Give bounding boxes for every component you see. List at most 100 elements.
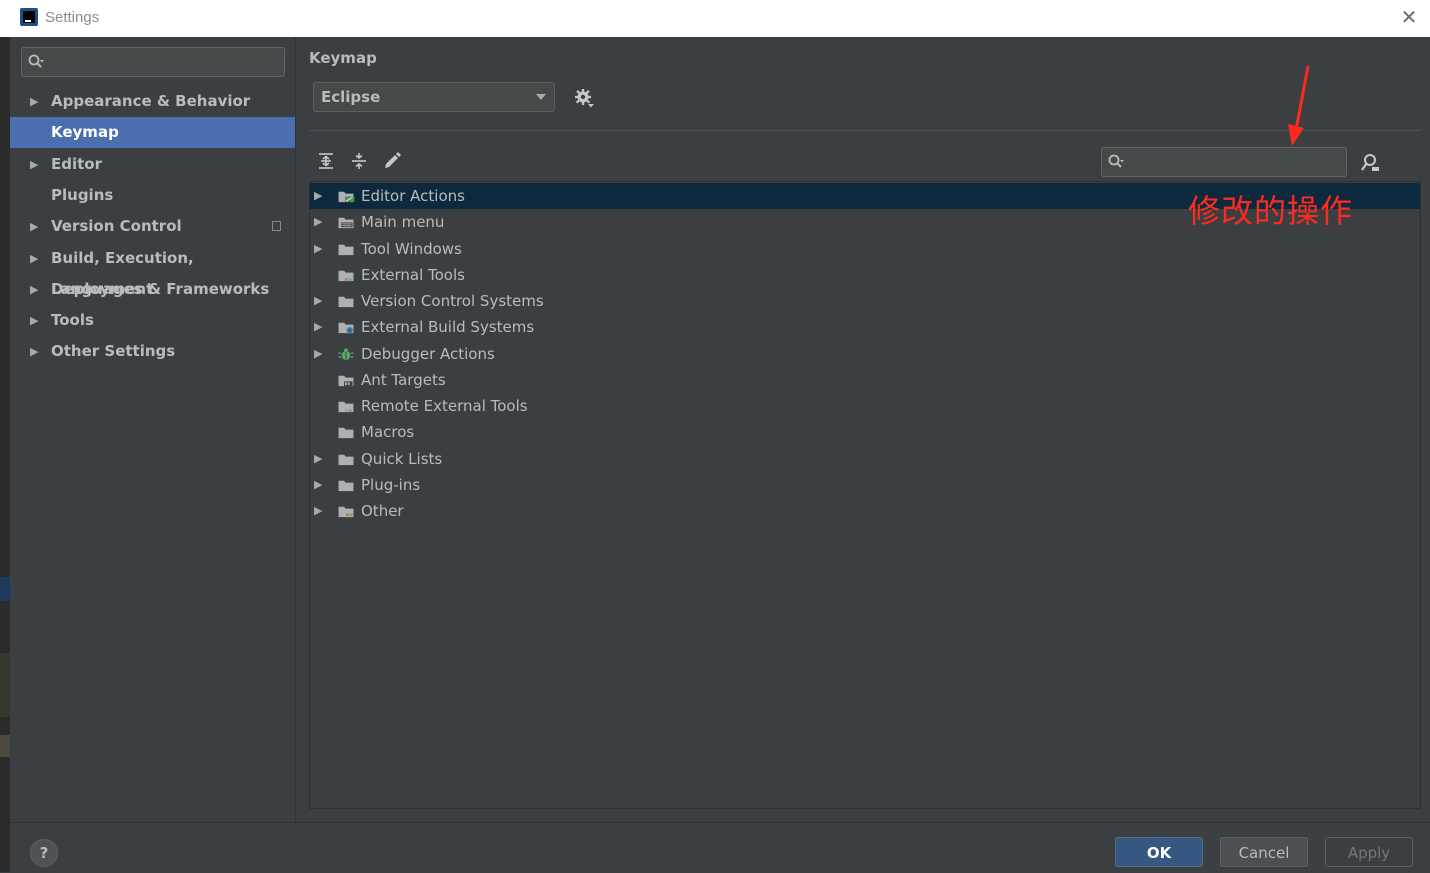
apply-button[interactable]: Apply bbox=[1325, 837, 1413, 867]
chevron-right-icon[interactable]: ▶ bbox=[314, 236, 322, 262]
project-scope-icon bbox=[272, 221, 281, 231]
background-window-strip bbox=[0, 37, 10, 872]
search-icon bbox=[1108, 154, 1124, 168]
ant-folder-icon bbox=[338, 375, 354, 387]
sidebar-item-label: Tools bbox=[51, 311, 94, 329]
sidebar-item-label: Other Settings bbox=[51, 342, 176, 360]
keymap-action-tree[interactable]: ▶ Editor Actions ▶ Main menu ▶ Tool Windows Ex… bbox=[309, 181, 1421, 809]
find-by-shortcut-icon[interactable] bbox=[1359, 152, 1381, 174]
expand-all-icon[interactable] bbox=[316, 151, 336, 171]
title-bar: Settings ✕ bbox=[0, 0, 1430, 37]
folder-icon bbox=[338, 244, 354, 256]
tree-node-tool-windows[interactable]: ▶ Tool Windows bbox=[310, 236, 1420, 262]
tree-node-version-control-systems[interactable]: ▶ Version Control Systems bbox=[310, 288, 1420, 314]
tree-node-external-build-systems[interactable]: ▶ External Build Systems bbox=[310, 314, 1420, 340]
tree-node-debugger-actions[interactable]: ▶ Debugger Actions bbox=[310, 341, 1420, 367]
chevron-right-icon[interactable]: ▶ bbox=[314, 314, 322, 340]
remote-tools-folder-icon bbox=[338, 401, 354, 413]
external-tools-folder-icon bbox=[338, 270, 354, 282]
sidebar-item-editor[interactable]: ▶ Editor bbox=[10, 149, 295, 180]
search-icon bbox=[28, 54, 44, 68]
sidebar-item-label: Appearance & Behavior bbox=[51, 92, 251, 110]
sidebar-item-label: Keymap bbox=[51, 123, 119, 141]
tree-node-label: Ant Targets bbox=[361, 371, 446, 389]
dialog-footer: ? OK Cancel Apply bbox=[10, 822, 1430, 873]
chevron-right-icon[interactable]: ▶ bbox=[30, 243, 38, 274]
edit-icon[interactable] bbox=[382, 151, 402, 171]
chevron-right-icon[interactable]: ▶ bbox=[30, 149, 38, 180]
menu-folder-icon bbox=[338, 217, 354, 229]
chevron-right-icon[interactable]: ▶ bbox=[314, 472, 322, 498]
window-title: Settings bbox=[45, 9, 100, 26]
tree-node-ant-targets[interactable]: Ant Targets bbox=[310, 367, 1420, 393]
chevron-right-icon[interactable]: ▶ bbox=[314, 209, 322, 235]
sidebar-item-build-execution-deployment[interactable]: ▶ Build, Execution, Deployment bbox=[10, 243, 295, 298]
sidebar-item-keymap[interactable]: Keymap bbox=[10, 117, 295, 148]
tree-node-label: External Tools bbox=[361, 266, 465, 284]
tree-node-label: Remote External Tools bbox=[361, 397, 528, 415]
help-button[interactable]: ? bbox=[30, 839, 58, 867]
sidebar-item-label: Editor bbox=[51, 155, 102, 173]
sidebar-item-languages-frameworks[interactable]: ▶ Languages & Frameworks bbox=[10, 274, 295, 305]
chevron-down-icon bbox=[536, 94, 546, 100]
tree-node-label: External Build Systems bbox=[361, 318, 535, 336]
cancel-button[interactable]: Cancel bbox=[1220, 837, 1308, 867]
tree-node-label: Plug-ins bbox=[361, 476, 421, 494]
divider bbox=[309, 130, 1421, 131]
editor-actions-folder-icon bbox=[338, 191, 355, 203]
tree-node-label: Debugger Actions bbox=[361, 345, 495, 363]
folder-icon bbox=[338, 454, 354, 466]
chevron-right-icon[interactable]: ▶ bbox=[314, 288, 322, 314]
chevron-right-icon[interactable]: ▶ bbox=[30, 86, 38, 117]
chevron-right-icon[interactable]: ▶ bbox=[30, 274, 38, 305]
chevron-right-icon[interactable]: ▶ bbox=[314, 183, 322, 209]
close-icon[interactable]: ✕ bbox=[1398, 6, 1420, 28]
sidebar-item-label: Version Control bbox=[51, 217, 182, 235]
chevron-right-icon[interactable]: ▶ bbox=[30, 305, 38, 336]
action-search-input[interactable] bbox=[1101, 147, 1347, 177]
folder-icon bbox=[338, 427, 354, 439]
tree-node-label: Tool Windows bbox=[361, 240, 462, 258]
other-folder-icon bbox=[338, 506, 354, 518]
keymap-panel: Keymap Eclipse ▶ Editor Actions ▶ Main m… bbox=[296, 37, 1430, 822]
chevron-right-icon[interactable]: ▶ bbox=[30, 211, 38, 242]
keymap-select-value: Eclipse bbox=[321, 88, 381, 106]
tree-node-external-tools[interactable]: External Tools bbox=[310, 262, 1420, 288]
page-title: Keymap bbox=[309, 49, 377, 67]
keymap-select[interactable]: Eclipse bbox=[313, 82, 555, 112]
tree-node-macros[interactable]: Macros bbox=[310, 419, 1420, 445]
chevron-right-icon[interactable]: ▶ bbox=[30, 336, 38, 367]
gear-icon[interactable] bbox=[574, 88, 594, 108]
chevron-right-icon[interactable]: ▶ bbox=[314, 446, 322, 472]
tree-node-label: Other bbox=[361, 502, 404, 520]
sidebar-item-label: Languages & Frameworks bbox=[51, 280, 270, 298]
tree-node-label: Version Control Systems bbox=[361, 292, 544, 310]
tree-node-quick-lists[interactable]: ▶ Quick Lists bbox=[310, 446, 1420, 472]
tree-node-remote-external-tools[interactable]: Remote External Tools bbox=[310, 393, 1420, 419]
tree-node-label: Editor Actions bbox=[361, 187, 465, 205]
intellij-app-icon bbox=[20, 8, 38, 26]
tree-node-label: Quick Lists bbox=[361, 450, 443, 468]
chevron-right-icon[interactable]: ▶ bbox=[314, 341, 322, 367]
folder-icon bbox=[338, 480, 354, 492]
bug-icon bbox=[338, 348, 354, 361]
settings-sidebar: ▶ Appearance & Behavior Keymap ▶ Editor Plugi… bbox=[10, 37, 296, 822]
settings-search-input[interactable] bbox=[21, 47, 285, 77]
folder-icon bbox=[338, 296, 354, 308]
tree-node-label: Macros bbox=[361, 423, 415, 441]
annotation-arrow-icon bbox=[1288, 65, 1310, 146]
sidebar-item-other-settings[interactable]: ▶ Other Settings bbox=[10, 336, 295, 367]
ok-button[interactable]: OK bbox=[1115, 837, 1203, 867]
sidebar-item-appearance-behavior[interactable]: ▶ Appearance & Behavior bbox=[10, 86, 295, 117]
build-systems-folder-icon bbox=[338, 322, 354, 334]
sidebar-item-tools[interactable]: ▶ Tools bbox=[10, 305, 295, 336]
annotation-text: 修改的操作 bbox=[1188, 192, 1354, 230]
sidebar-item-label: Plugins bbox=[51, 186, 114, 204]
tree-node-other[interactable]: ▶ Other bbox=[310, 498, 1420, 524]
sidebar-item-plugins[interactable]: Plugins bbox=[10, 180, 295, 211]
sidebar-item-version-control[interactable]: ▶ Version Control bbox=[10, 211, 295, 242]
tree-node-label: Main menu bbox=[361, 213, 445, 231]
chevron-right-icon[interactable]: ▶ bbox=[314, 498, 322, 524]
tree-node-plug-ins[interactable]: ▶ Plug-ins bbox=[310, 472, 1420, 498]
collapse-all-icon[interactable] bbox=[349, 151, 369, 171]
